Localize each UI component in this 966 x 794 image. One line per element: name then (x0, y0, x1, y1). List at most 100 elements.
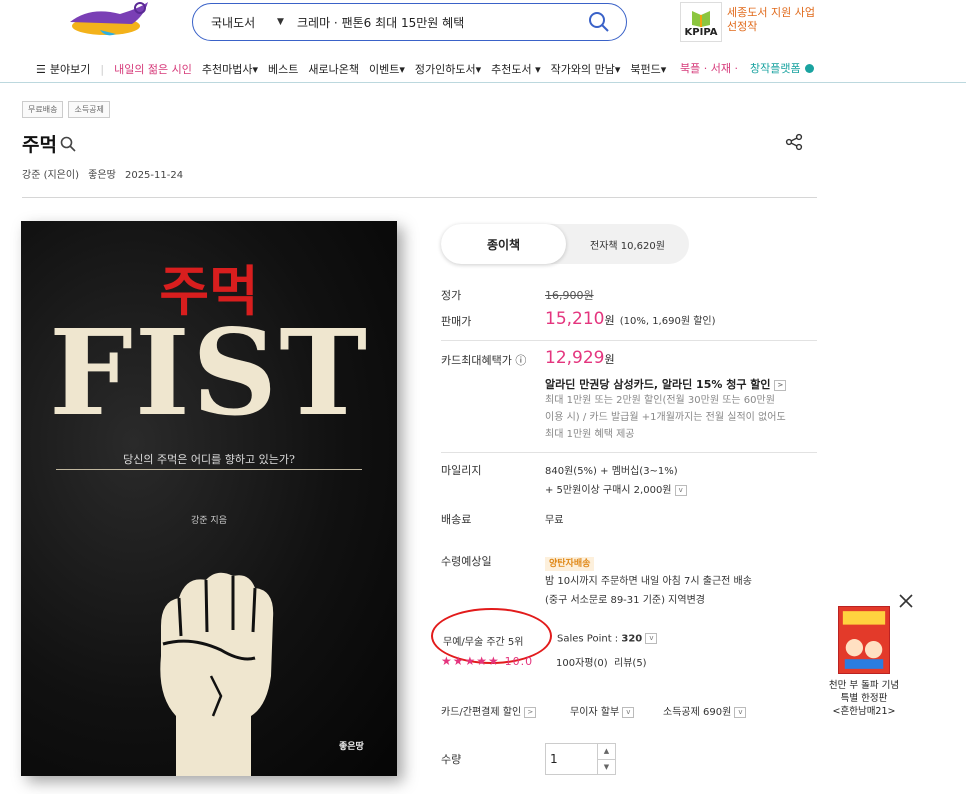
book-cover[interactable]: 주먹 FIST 당신의 주먹은 어디를 향하고 있는가? 강준 지음 좋은땅 (21, 221, 397, 776)
title-divider (22, 197, 817, 198)
chevron-down-icon[interactable]: v (622, 706, 635, 718)
chevron-right-icon[interactable]: > (774, 379, 787, 391)
badge-free-shipping: 무료배송 (22, 101, 64, 118)
sale-price: 15,210원 (10%, 1,690원 할인) (545, 309, 716, 329)
increase-icon[interactable]: ▲ (598, 744, 615, 759)
deduction-label: 소득공제 690원 (663, 707, 732, 718)
chevron-right-icon[interactable]: > (524, 706, 537, 718)
chevron-down-icon[interactable]: v (734, 706, 747, 718)
search-input[interactable]: 크레마 · 팬톤6 최대 15만원 혜택 (297, 14, 588, 31)
card-detail-3: 최대 1만원 혜택 제공 (545, 429, 635, 440)
rating-stars: ★★★★★ 10.0 (441, 654, 533, 668)
delivery-tag-wrap: 양탄자배송 (545, 551, 595, 571)
info-icon[interactable]: ⓘ (515, 354, 526, 367)
card-price-unit: 원 (604, 353, 615, 366)
menu-icon[interactable]: ☰ (36, 63, 46, 76)
sale-price-value: 15,210 (545, 309, 605, 329)
quantity-stepper[interactable]: 1 ▲ ▼ (545, 743, 616, 775)
delivery-label: 수령예상일 (441, 555, 492, 568)
nav-item-best[interactable]: 베스트 (268, 61, 298, 77)
nav-item-poet[interactable]: 내일의 젊은 시인 (114, 61, 192, 77)
quantity-label: 수량 (441, 753, 462, 766)
nav-divider: | (100, 62, 105, 76)
card-promo[interactable]: 알라딘 만권당 삼성카드, 알라딘 15% 청구 할인 > (545, 376, 787, 392)
nav-bookple-link[interactable]: 북플 · 서재 · (680, 60, 738, 76)
close-icon[interactable] (897, 592, 915, 610)
search-category[interactable]: 국내도서 (211, 14, 277, 31)
sales-point-value: 320 (621, 633, 643, 645)
page-title: 주먹 (22, 130, 76, 157)
divider (441, 340, 817, 341)
sale-price-unit: 원 (604, 314, 615, 327)
header-divider (0, 82, 966, 83)
badges: 무료배송 소득공제 (22, 101, 115, 118)
chevron-down-icon[interactable]: ▼ (277, 17, 297, 27)
share-icon[interactable] (785, 133, 803, 151)
nav-item-bookfund[interactable]: 북펀드▾ (630, 61, 666, 77)
dot-icon (804, 63, 814, 73)
list-price-label: 정가 (441, 289, 462, 302)
fist-illustration (160, 572, 274, 776)
tab-ebook[interactable]: 전자책 10,620원 (566, 224, 689, 264)
book-icon (692, 11, 710, 27)
cover-title-en: FIST (49, 303, 369, 442)
list-price-value: 16,900원 (545, 289, 594, 302)
decrease-icon[interactable]: ▼ (598, 758, 615, 775)
star-icons: ★★★★★ (441, 654, 500, 668)
sale-price-note: (10%, 1,690원 할인) (619, 316, 716, 327)
ad-line2: 특별 한정판 (840, 693, 888, 704)
ad-line1: 천만 부 돌파 기념 (828, 680, 900, 691)
quantity-arrows: ▲ ▼ (597, 744, 615, 774)
format-toggle: 종이책 전자책 10,620원 (441, 224, 689, 264)
mileage-line2: + 5만원이상 구매시 2,000원 v (545, 481, 687, 496)
publisher-link[interactable]: 좋은땅 (88, 170, 116, 181)
card-detail-1: 최대 1만원 또는 2만원 할인(전월 30만원 또는 60만원 (545, 395, 775, 406)
ad-text[interactable]: 천만 부 돌파 기념 특별 한정판 <흔한남매21> (816, 679, 912, 718)
main-nav: ☰ 분야보기 | 내일의 젊은 시인 추천마법사▾ 베스트 새로나온책 이벤트▾… (36, 60, 676, 78)
quantity-input[interactable]: 1 (546, 744, 597, 774)
deduction[interactable]: 소득공제 690원 v (663, 703, 747, 718)
book-meta: 강준 (지은이) 좋은땅 2025-11-24 (22, 166, 189, 181)
nav-item-author-meet[interactable]: 작가와의 만남▾ (551, 61, 621, 77)
chevron-down-icon[interactable]: v (674, 484, 687, 496)
kpipa-logo[interactable]: KPIPA (680, 2, 722, 42)
sale-price-label: 판매가 (441, 315, 472, 328)
installment[interactable]: 무이자 할부 v (570, 703, 635, 718)
nav-item-new[interactable]: 새로나온책 (308, 61, 359, 77)
nav-right: 북플 · 서재 · 창작플랫폼 (680, 60, 814, 76)
nav-item-category[interactable]: 분야보기 (50, 61, 90, 77)
nav-item-event[interactable]: 이벤트▾ (369, 61, 405, 77)
installment-label: 무이자 할부 (570, 707, 620, 718)
book-title: 주먹 (22, 134, 57, 156)
search-icon[interactable] (60, 136, 76, 152)
kpipa-label: KPIPA (684, 27, 718, 38)
card-price-value: 12,929 (545, 348, 605, 368)
card-discount[interactable]: 카드/간편결제 할인 > (441, 703, 537, 718)
review-link[interactable]: 리뷰(5) (614, 658, 647, 669)
mileage-line1: 840원(5%) + 멤버십(3~1%) (545, 466, 678, 477)
reviews: 100자평(0) 리뷰(5) (556, 654, 647, 669)
aladin-logo[interactable] (60, 0, 152, 40)
tab-paper-book[interactable]: 종이책 (441, 224, 566, 264)
nav-item-recommend-wizard[interactable]: 추천마법사▾ (202, 61, 258, 77)
rating-value: 10.0 (504, 655, 534, 668)
kpipa-text[interactable]: 세종도서 지원 사업 선정작 (727, 6, 817, 34)
chevron-down-icon[interactable]: v (645, 633, 658, 644)
nav-item-price-down[interactable]: 정가인하도서▾ (415, 61, 481, 77)
author-link[interactable]: 강준 (지은이) (22, 170, 79, 181)
badge-tax-deduction: 소득공제 (68, 101, 110, 118)
ad-book-image[interactable] (838, 606, 890, 674)
card-benefit-label-text: 카드최대혜택가 (441, 354, 512, 367)
nav-creative-link[interactable]: 창작플랫폼 (750, 60, 801, 76)
search-bar[interactable]: 국내도서 ▼ 크레마 · 팬톤6 최대 15만원 혜택 (192, 3, 627, 41)
review-100-link[interactable]: 100자평(0) (556, 658, 608, 669)
rank-text[interactable]: 무예/무술 주간 5위 (443, 633, 524, 648)
mileage-label: 마일리지 (441, 464, 482, 477)
sales-point-label: Sales Point : (557, 633, 619, 645)
search-icon[interactable] (588, 11, 610, 33)
delivery-line2[interactable]: (중구 서소문로 89-31 기준) 지역변경 (545, 591, 705, 606)
nav-item-recommended[interactable]: 추천도서 ▾ (491, 61, 541, 77)
delivery-tag: 양탄자배송 (545, 557, 595, 571)
delivery-line1: 밤 10시까지 주문하면 내일 아침 7시 출근전 배송 (545, 576, 752, 587)
card-benefit-label: 카드최대혜택가 ⓘ (441, 352, 526, 368)
